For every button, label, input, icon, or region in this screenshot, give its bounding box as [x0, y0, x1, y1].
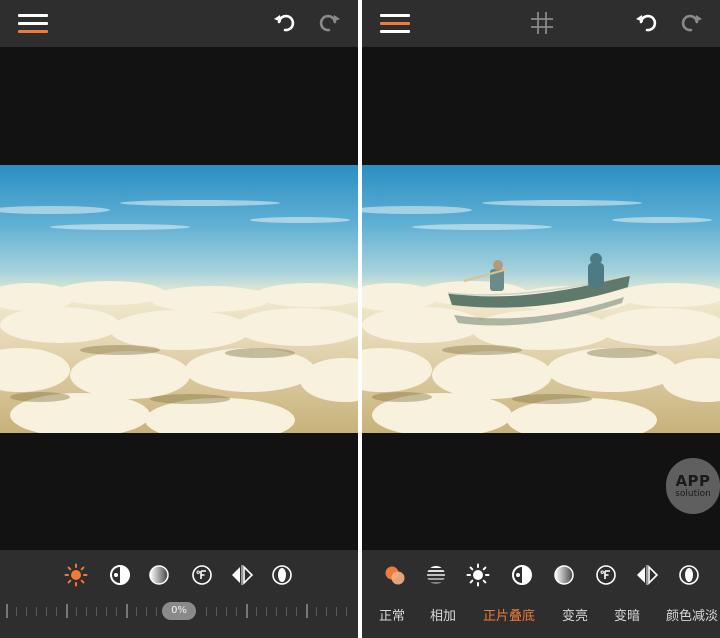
- texture-icon[interactable]: [424, 563, 448, 587]
- contrast-icon[interactable]: [108, 563, 132, 587]
- slider-tick: [316, 607, 317, 616]
- slider-tick: [26, 607, 27, 616]
- slider-tick: [156, 607, 157, 616]
- slider-tick: [96, 607, 97, 616]
- slider-tick: [106, 607, 107, 616]
- slider-tick: [86, 607, 87, 616]
- slider-tick: [226, 607, 227, 616]
- gradient-circle-icon[interactable]: [552, 563, 576, 587]
- right-screen: 正常 相加 正片叠底 变亮 变暗 颜色减淡: [362, 0, 720, 638]
- mirror-icon[interactable]: [635, 563, 659, 587]
- blend-mode-darken[interactable]: 变暗: [614, 605, 640, 624]
- temperature-icon[interactable]: [190, 563, 214, 587]
- bottom-toolbar: [362, 550, 720, 638]
- undo-icon[interactable]: [272, 10, 298, 36]
- slider-tick: [46, 607, 47, 616]
- undo-icon[interactable]: [634, 10, 660, 36]
- slider-tick: [236, 607, 237, 616]
- slider-tick: [36, 607, 37, 616]
- adjustment-value-badge: 0%: [162, 602, 196, 620]
- blend-mode-add[interactable]: 相加: [430, 605, 456, 624]
- slider-tick: [66, 604, 68, 618]
- contrast-icon[interactable]: [510, 563, 534, 587]
- slider-tick: [216, 607, 217, 616]
- vignette-icon[interactable]: [270, 563, 294, 587]
- slider-tick: [146, 607, 147, 616]
- blend-layers-icon[interactable]: [383, 563, 407, 587]
- slider-tick: [246, 604, 248, 618]
- slider-tick: [306, 604, 308, 618]
- slider-tick: [266, 607, 267, 616]
- grid-icon[interactable]: [530, 11, 554, 35]
- app-solution-watermark: APP solution: [666, 458, 720, 514]
- slider-tick: [206, 607, 207, 616]
- blend-mode-color-dodge[interactable]: 颜色减淡: [666, 605, 718, 624]
- brightness-icon[interactable]: [64, 563, 88, 587]
- redo-icon[interactable]: [316, 10, 342, 36]
- redo-icon[interactable]: [678, 10, 704, 36]
- menu-icon[interactable]: [18, 14, 48, 36]
- slider-tick: [16, 607, 17, 616]
- brightness-icon[interactable]: [466, 563, 490, 587]
- blend-mode-normal[interactable]: 正常: [379, 605, 405, 624]
- slider-tick: [56, 607, 57, 616]
- menu-icon[interactable]: [380, 14, 410, 36]
- slider-tick: [296, 607, 297, 616]
- blend-mode-lighten[interactable]: 变亮: [562, 605, 588, 624]
- slider-tick: [336, 607, 337, 616]
- vignette-icon[interactable]: [677, 563, 701, 587]
- photo-canvas[interactable]: [0, 165, 358, 433]
- slider-tick: [326, 607, 327, 616]
- slider-tick: [256, 607, 257, 616]
- slider-tick: [76, 607, 77, 616]
- slider-tick: [286, 607, 287, 616]
- temperature-icon[interactable]: [594, 563, 618, 587]
- slider-tick: [126, 604, 128, 618]
- slider-tick: [136, 607, 137, 616]
- left-screen: 0%: [0, 0, 358, 638]
- blend-mode-multiply[interactable]: 正片叠底: [483, 605, 535, 624]
- photo-canvas[interactable]: [362, 165, 720, 433]
- slider-tick: [276, 607, 277, 616]
- slider-tick: [116, 607, 117, 616]
- top-toolbar: [0, 0, 358, 47]
- watermark-subtitle: solution: [675, 489, 711, 499]
- watermark-title: APP: [675, 472, 711, 490]
- mirror-icon[interactable]: [230, 563, 254, 587]
- slider-tick: [346, 607, 347, 616]
- top-toolbar: [362, 0, 720, 47]
- slider-tick: [6, 604, 8, 618]
- gradient-circle-icon[interactable]: [147, 563, 171, 587]
